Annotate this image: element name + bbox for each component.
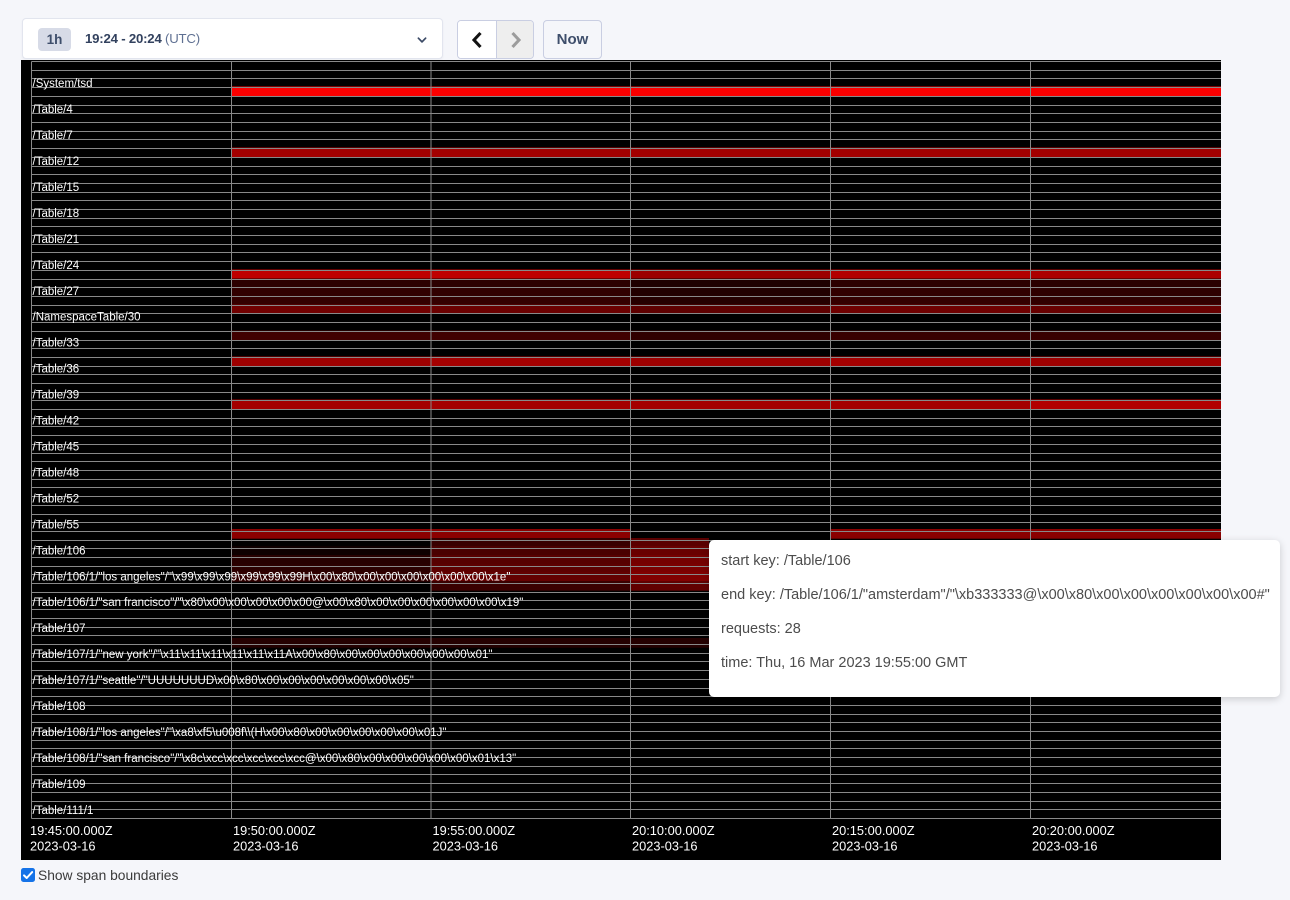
svg-text:/Table/52: /Table/52 (33, 493, 80, 505)
svg-text:/Table/108/1/"los angeles"/"\x: /Table/108/1/"los angeles"/"\xa8\xf5\u00… (33, 727, 447, 739)
svg-text:/Table/33: /Table/33 (33, 338, 80, 350)
svg-text:/Table/7: /Table/7 (33, 130, 73, 142)
svg-text:/Table/36: /Table/36 (33, 364, 80, 376)
svg-text:/Table/27: /Table/27 (33, 286, 80, 298)
svg-text:/Table/45: /Table/45 (33, 442, 80, 454)
svg-text:/Table/107/1/"seattle"/"UUUUUU: /Table/107/1/"seattle"/"UUUUUUUD\x00\x80… (33, 675, 414, 687)
svg-text:19:45:00.000Z: 19:45:00.000Z (30, 823, 113, 838)
svg-text:/Table/24: /Table/24 (33, 260, 80, 272)
svg-text:2023-03-16: 2023-03-16 (433, 839, 498, 854)
svg-text:/Table/111/1: /Table/111/1 (33, 805, 94, 817)
svg-text:/Table/108/1/"san francisco"/": /Table/108/1/"san francisco"/"\x8c\xcc\x… (33, 753, 517, 765)
svg-text:/Table/18: /Table/18 (33, 208, 80, 220)
svg-text:/Table/109: /Table/109 (33, 779, 86, 791)
svg-text:20:20:00.000Z: 20:20:00.000Z (1032, 823, 1115, 838)
svg-text:19:55:00.000Z: 19:55:00.000Z (433, 823, 516, 838)
svg-text:/Table/107/1/"new york"/"\x11\: /Table/107/1/"new york"/"\x11\x11\x11\x1… (33, 649, 493, 661)
svg-text:/Table/106: /Table/106 (33, 545, 86, 557)
svg-text:/Table/21: /Table/21 (33, 234, 80, 246)
svg-text:/Table/48: /Table/48 (33, 468, 80, 480)
svg-text:2023-03-16: 2023-03-16 (632, 839, 697, 854)
svg-text:2023-03-16: 2023-03-16 (30, 839, 95, 854)
svg-text:2023-03-16: 2023-03-16 (233, 839, 298, 854)
svg-text:/System/tsd: /System/tsd (33, 78, 93, 90)
svg-text:/Table/12: /Table/12 (33, 156, 80, 168)
svg-text:2023-03-16: 2023-03-16 (1032, 839, 1097, 854)
svg-text:/Table/39: /Table/39 (33, 390, 80, 402)
svg-text:19:50:00.000Z: 19:50:00.000Z (233, 823, 316, 838)
svg-text:20:10:00.000Z: 20:10:00.000Z (632, 823, 715, 838)
svg-text:/NamespaceTable/30: /NamespaceTable/30 (33, 312, 141, 324)
svg-text:/Table/106/1/"san francisco"/": /Table/106/1/"san francisco"/"\x80\x00\x… (33, 597, 524, 609)
svg-text:20:15:00.000Z: 20:15:00.000Z (832, 823, 915, 838)
svg-text:/Table/108: /Table/108 (33, 701, 86, 713)
svg-text:/Table/55: /Table/55 (33, 519, 80, 531)
svg-text:2023-03-16: 2023-03-16 (832, 839, 897, 854)
svg-text:/Table/15: /Table/15 (33, 182, 80, 194)
svg-text:/Table/4: /Table/4 (33, 104, 74, 116)
svg-text:/Table/106/1/"los angeles"/"\x: /Table/106/1/"los angeles"/"\x99\x99\x99… (33, 571, 511, 583)
svg-text:/Table/42: /Table/42 (33, 416, 80, 428)
svg-text:/Table/107: /Table/107 (33, 623, 86, 635)
